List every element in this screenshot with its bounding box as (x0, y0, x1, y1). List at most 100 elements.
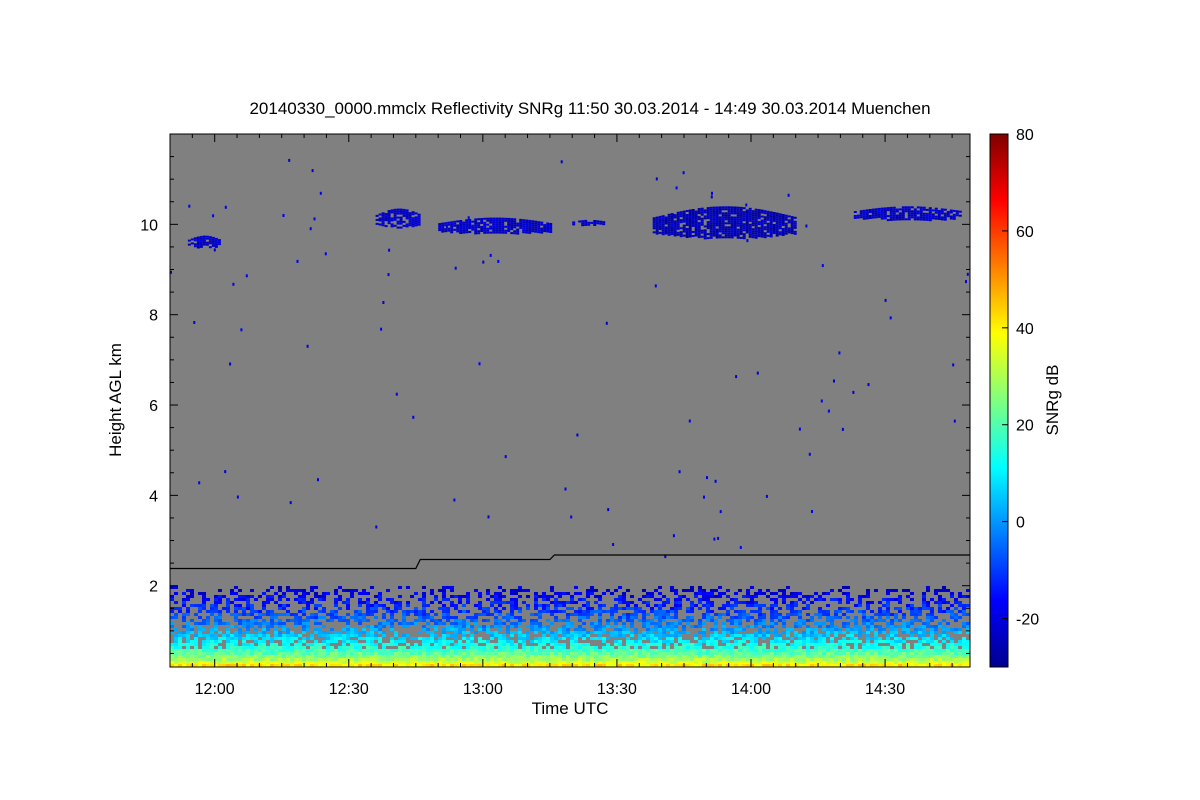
cloud-cell (498, 225, 502, 228)
echo-cell (466, 616, 470, 619)
cloud-cell (766, 224, 770, 227)
cloud-cell (199, 237, 203, 240)
cloud-cell (778, 215, 782, 218)
echo-cell (718, 595, 722, 598)
echo-cell (934, 658, 938, 661)
echo-cell (922, 625, 926, 628)
echo-cell (854, 625, 858, 628)
cloud-cell (754, 218, 758, 221)
echo-cell (574, 646, 578, 649)
cloud-cell (715, 210, 719, 213)
echo-cell (214, 640, 218, 643)
echo-cell (686, 616, 690, 619)
echo-cell (802, 622, 806, 625)
cloud-cell (709, 222, 713, 225)
cloud-cell (739, 206, 743, 209)
echo-cell (902, 628, 906, 631)
echo-cell (226, 661, 230, 664)
echo-cell (674, 631, 678, 634)
echo-cell (698, 646, 702, 649)
echo-cell (842, 652, 846, 655)
echo-cell (486, 589, 490, 592)
echo-cell (730, 637, 734, 640)
echo-cell (554, 640, 558, 643)
echo-cell (486, 613, 490, 616)
echo-cell (818, 643, 822, 646)
cloud-cell (784, 218, 788, 221)
echo-cell (866, 637, 870, 640)
echo-cell (434, 634, 438, 637)
echo-cell (618, 643, 622, 646)
cloud-cell (715, 212, 719, 215)
echo-cell (334, 661, 338, 664)
echo-cell (310, 652, 314, 655)
cloud-cell (721, 230, 725, 233)
echo-cell (222, 649, 226, 652)
echo-cell (366, 604, 370, 607)
echo-cell (706, 655, 710, 658)
echo-cell (846, 592, 850, 595)
cloud-cell (724, 218, 728, 221)
cloud-cell (730, 228, 734, 231)
echo-cell (810, 649, 814, 652)
echo-cell (490, 658, 494, 661)
echo-cell (214, 649, 218, 652)
echo-cell (170, 595, 174, 598)
echo-cell (958, 595, 962, 598)
echo-cell (938, 637, 942, 640)
cloud-cell (706, 209, 710, 212)
echo-cell (470, 619, 474, 622)
echo-cell (802, 619, 806, 622)
echo-cell (286, 613, 290, 616)
echo-cell (774, 634, 778, 637)
cloud-cell (691, 211, 695, 213)
echo-cell (250, 619, 254, 622)
echo-cell (806, 643, 810, 646)
echo-cell (658, 592, 662, 595)
echo-cell (626, 604, 630, 607)
cloud-cell (898, 212, 902, 215)
echo-cell (938, 643, 942, 646)
echo-cell (298, 646, 302, 649)
echo-cell (774, 631, 778, 634)
echo-cell (482, 649, 486, 652)
cloud-cell (943, 212, 947, 215)
cloud-cell (862, 215, 866, 218)
echo-cell (258, 652, 262, 655)
echo-cell (702, 649, 706, 652)
echo-cell (666, 625, 670, 628)
cloud-cell (462, 229, 466, 232)
cloud-cell (387, 212, 391, 215)
echo-cell (250, 643, 254, 646)
echo-cell (690, 652, 694, 655)
echo-cell (730, 619, 734, 622)
echo-cell (502, 622, 506, 625)
echo-cell (302, 646, 306, 649)
cloud-cell (925, 218, 929, 221)
echo-cell (670, 640, 674, 643)
echo-cell (314, 613, 318, 616)
echo-cell (930, 607, 934, 610)
echo-cell (950, 649, 954, 652)
echo-cell (450, 646, 454, 649)
cloud-cell (880, 213, 884, 216)
echo-cell (742, 595, 746, 598)
echo-cell (438, 601, 442, 604)
echo-cell (790, 646, 794, 649)
cloud-cell (205, 237, 209, 240)
cloud-cell (922, 208, 926, 211)
echo-cell (922, 604, 926, 607)
cloud-cell (889, 214, 893, 217)
echo-cell (278, 604, 282, 607)
echo-cell (426, 646, 430, 649)
echo-cell (458, 628, 462, 631)
echo-cell (366, 643, 370, 646)
echo-cell (390, 628, 394, 631)
echo-cell (754, 652, 758, 655)
echo-cell (598, 622, 602, 625)
cloud-cell (405, 209, 409, 212)
echo-cell (726, 655, 730, 658)
echo-cell (690, 655, 694, 658)
echo-cell (802, 595, 806, 598)
cloud-cell (193, 245, 197, 248)
